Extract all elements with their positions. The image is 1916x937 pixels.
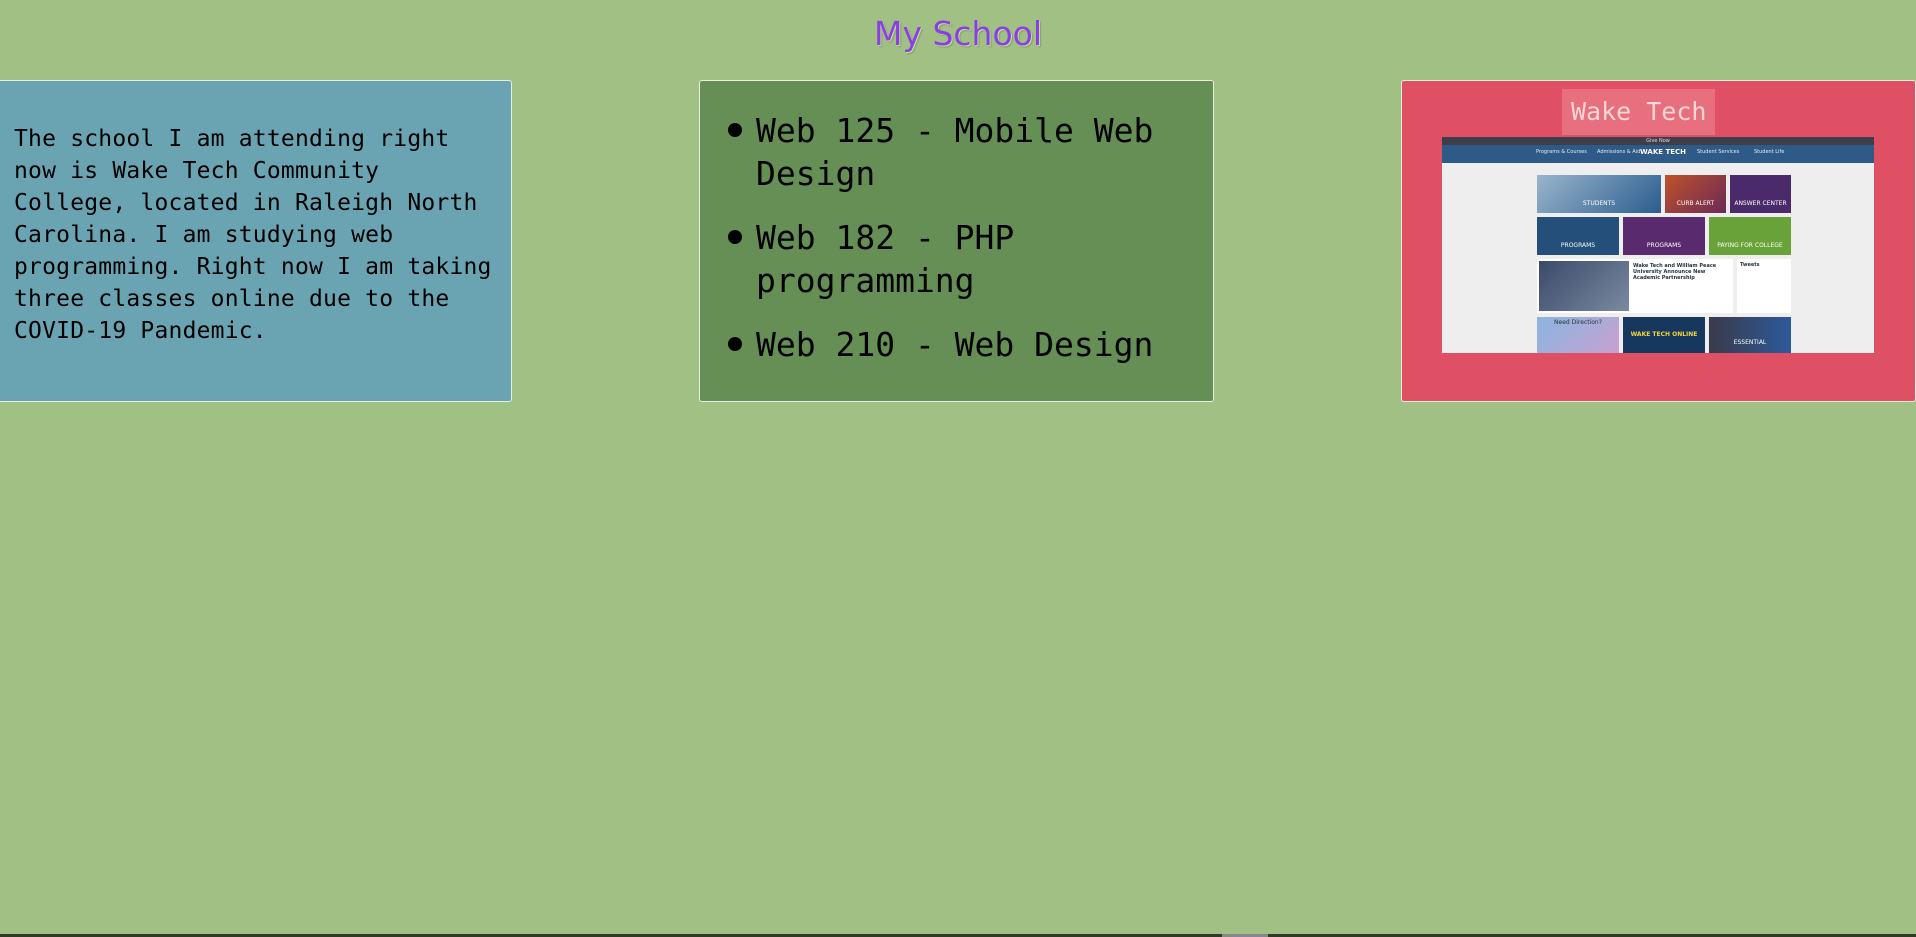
school-website-screenshot: Give Now Programs & Courses Admissions &…	[1442, 137, 1874, 353]
screenshot-tile-label: Need Direction?	[1554, 319, 1602, 326]
screenshot-tile-label: ANSWER CENTER	[1734, 200, 1787, 207]
screenshot-tile-label: PROGRAMS	[1560, 242, 1596, 249]
class-label: Web 210 - Web Design	[756, 325, 1154, 364]
screenshot-nav-item: Student Life	[1754, 149, 1785, 155]
screenshot-news-photo	[1539, 261, 1629, 311]
screenshot-tile-label: PAYING FOR COLLEGE	[1717, 242, 1783, 249]
page-title: My School	[873, 14, 1043, 53]
screenshot-nav-item: Programs & Courses	[1536, 149, 1587, 155]
screenshot-topbar: Give Now	[1442, 137, 1874, 145]
screenshot-tile: ESSENTIAL	[1709, 317, 1791, 353]
class-item: Web 125 - Mobile Web Design	[726, 109, 1193, 195]
screenshot-news-title: Wake Tech and William Peace University A…	[1633, 263, 1717, 281]
screenshot-nav-item: Admissions & Aid	[1597, 149, 1641, 155]
screenshot-news-card: Wake Tech and William Peace University A…	[1537, 259, 1733, 313]
about-panel: The school I am attending right now is W…	[0, 80, 512, 402]
screenshot-tile-label: ESSENTIAL	[1733, 339, 1767, 346]
screenshot-logo: WAKE TECH	[1640, 148, 1687, 156]
school-name: Wake Tech	[1562, 89, 1716, 135]
class-item: Web 182 - PHP programming	[726, 216, 1193, 302]
classes-panel: Web 125 - Mobile Web Design Web 182 - PH…	[699, 80, 1214, 402]
screenshot-tile-label: PROGRAMS	[1646, 242, 1682, 249]
screenshot-tweets-label: Tweets	[1740, 262, 1760, 268]
bullet-icon	[728, 123, 742, 137]
screenshot-tile-label: CURB ALERT	[1676, 200, 1715, 207]
bullet-icon	[728, 337, 742, 351]
school-panel: Wake Tech Give Now Programs & Courses Ad…	[1401, 80, 1916, 402]
screenshot-tile: CURB ALERT	[1665, 175, 1726, 213]
class-list: Web 125 - Mobile Web Design Web 182 - PH…	[726, 109, 1193, 366]
screenshot-tile-label: WAKE TECH ONLINE	[1630, 331, 1698, 338]
screenshot-tweets-card: Tweets	[1737, 259, 1791, 313]
bullet-icon	[728, 230, 742, 244]
screenshot-topbar-text: Give Now	[1646, 138, 1670, 144]
screenshot-tile: PROGRAMS	[1537, 217, 1619, 255]
screenshot-tile: STUDENTS	[1537, 175, 1661, 213]
class-label: Web 182 - PHP programming	[756, 218, 1015, 300]
class-label: Web 125 - Mobile Web Design	[756, 111, 1154, 193]
screenshot-tile: WAKE TECH ONLINE	[1623, 317, 1705, 353]
screenshot-tile-label: STUDENTS	[1582, 200, 1616, 207]
screenshot-tile: Need Direction?	[1537, 317, 1619, 353]
class-item: Web 210 - Web Design	[726, 323, 1193, 366]
screenshot-tile: PROGRAMS	[1623, 217, 1705, 255]
about-text: The school I am attending right now is W…	[14, 126, 492, 344]
screenshot-tile: ANSWER CENTER	[1730, 175, 1791, 213]
screenshot-tile: PAYING FOR COLLEGE	[1709, 217, 1791, 255]
screenshot-nav-item: Student Services	[1697, 149, 1740, 155]
